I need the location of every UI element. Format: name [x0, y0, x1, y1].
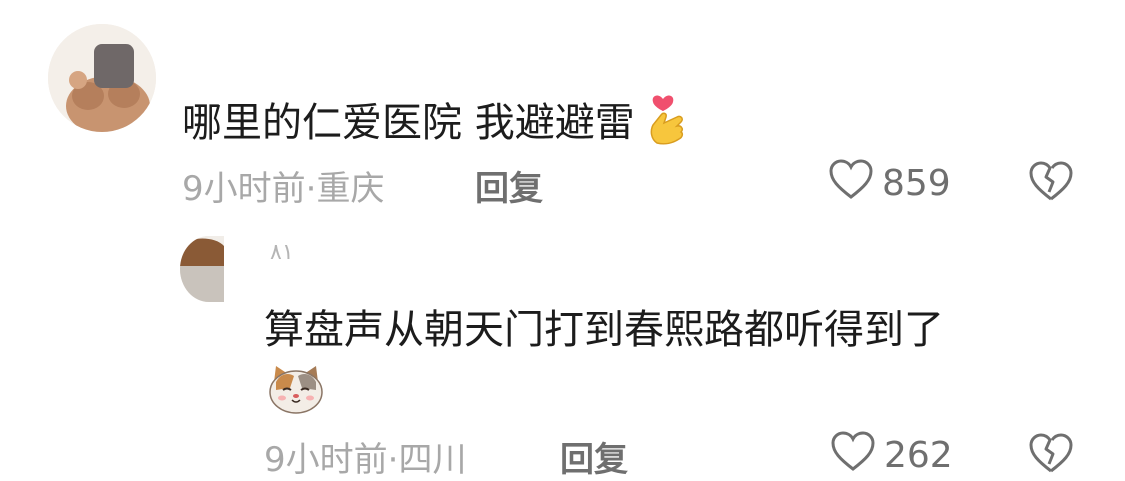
dislike-button[interactable] — [1028, 432, 1074, 478]
avatar[interactable] — [180, 236, 238, 302]
timestamp-location: 9小时前·重庆 — [182, 169, 385, 209]
heart-icon — [830, 430, 876, 481]
username[interactable]: ٨١ — [270, 240, 294, 265]
broken-heart-icon — [1028, 433, 1074, 478]
like-button[interactable]: 262 — [830, 430, 953, 481]
cat-face-emoji — [268, 364, 324, 418]
like-button[interactable]: 859 — [828, 158, 951, 209]
avatar[interactable] — [48, 24, 156, 132]
reply-button[interactable]: 回复 — [560, 432, 628, 481]
like-count: 859 — [882, 163, 951, 204]
finger-heart-emoji — [647, 93, 691, 157]
comment-text: 算盘声从朝天门打到春熙路都听得到了 — [264, 307, 944, 353]
broken-heart-icon — [1028, 161, 1074, 206]
timestamp-location: 9小时前·四川 — [264, 440, 467, 480]
reply-button[interactable]: 回复 — [475, 161, 543, 210]
comment-text: 哪里的仁爱医院 我避避雷 — [182, 93, 691, 157]
heart-icon — [828, 158, 874, 209]
like-count: 262 — [884, 435, 953, 476]
dislike-button[interactable] — [1028, 160, 1074, 206]
